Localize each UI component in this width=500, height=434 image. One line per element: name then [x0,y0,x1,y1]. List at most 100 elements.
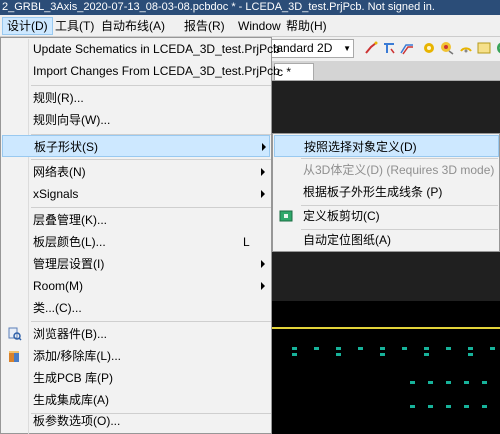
pad-marker [410,405,415,408]
menu-item-netlist[interactable]: 网络表(N) [2,161,270,183]
pad-marker [380,347,385,350]
menu-item-xsignals[interactable]: xSignals [2,183,270,205]
tab-pcb-document[interactable]: c * [274,63,314,80]
differential-pair-icon[interactable] [400,41,414,55]
menu-item-label: 生成PCB 库(P) [33,371,114,385]
submenu-arrow-icon [261,282,265,290]
pad-marker [402,347,407,350]
menu-item-browse-components[interactable]: 浏览器件(B)... [2,323,270,345]
menu-item-add-remove-library[interactable]: 添加/移除库(L)... [2,345,270,367]
pad-marker [490,347,495,350]
menu-item-update-schematics[interactable]: Update Schematics in LCEDA_3D_test.PrjPc… [2,38,280,60]
submenu-item-label: 根据板子外形生成线条 (P) [303,185,443,199]
pad-marker [314,347,319,350]
menu-item-label: 板子形状(S) [34,140,98,154]
menu-item-room[interactable]: Room(M) [2,275,270,297]
menu-separator [31,159,271,160]
menu-bar: 设计(D) 工具(T) 自动布线(A) 报告(R) Window 帮助(H) [0,15,500,37]
menu-item-label: 板参数选项(O)... [33,414,121,428]
pad-marker [446,347,451,350]
pad-marker [410,381,415,384]
menu-item-import-changes[interactable]: Import Changes From LCEDA_3D_test.PrjPcb [2,60,280,82]
menu-separator [31,85,271,86]
window-title: 2_GRBL_3Axis_2020-07-13_08-03-08.pcbdoc … [2,1,435,13]
menu-help[interactable]: 帮助(H) [282,18,331,34]
menu-item-label: 类...(C)... [33,301,82,315]
view-mode-value: tandard 2D [273,41,333,55]
menu-item-label: xSignals [33,187,79,201]
place-via-icon[interactable] [422,41,436,55]
submenu-arrow-icon [261,260,265,268]
menu-item-board-options[interactable]: 板参数选项(O)... [2,410,270,432]
pad-marker [292,353,297,356]
menu-window[interactable]: Window [234,18,285,34]
view-mode-select[interactable]: tandard 2D ▼ [270,39,354,58]
submenu-arrow-icon [261,190,265,198]
pad-marker [292,347,297,350]
place-pad-icon[interactable] [440,41,454,55]
menu-item-label: 添加/移除库(L)... [33,349,122,363]
pad-marker [464,405,469,408]
place-fill-icon[interactable] [477,41,491,55]
menu-separator [31,207,271,208]
menu-item-label: 规则(R)... [33,91,84,105]
pad-marker [336,347,341,350]
submenu-item-define-from-3d-body: 从3D体定义(D) (Requires 3D mode) [274,159,499,181]
submenu-item-define-from-selection[interactable]: 按照选择对象定义(D) [274,135,499,157]
board-outline-line [270,327,500,329]
menu-item-make-pcb-library[interactable]: 生成PCB 库(P) [2,367,270,389]
pad-marker [446,405,451,408]
board-shape-submenu: 按照选择对象定义(D) 从3D体定义(D) (Requires 3D mode)… [272,133,500,252]
menu-item-board-layer-colors[interactable]: 板层颜色(L)... L [2,231,270,253]
menu-item-layer-stack-manager[interactable]: 层叠管理(K)... [2,209,270,231]
menu-reports[interactable]: 报告(R) [180,18,229,34]
interactive-route-icon[interactable] [364,41,378,55]
menu-autoroute[interactable]: 自动布线(A) [97,18,169,34]
menu-item-classes[interactable]: 类...(C)... [2,297,270,319]
pad-marker [336,353,341,356]
menu-item-label: 层叠管理(K)... [33,213,107,227]
submenu-item-auto-position-sheet[interactable]: 自动定位图纸(A) [274,229,499,251]
pad-marker [358,347,363,350]
pad-marker [468,347,473,350]
board-cutout-icon [279,210,293,222]
submenu-item-label: 自动定位图纸(A) [303,233,391,247]
menu-item-label: Import Changes From LCEDA_3D_test.PrjPcb [33,64,280,78]
menu-item-rules[interactable]: 规则(R)... [2,87,270,109]
menu-item-label: 浏览器件(B)... [33,327,107,341]
menu-item-label: 网络表(N) [33,165,86,179]
pad-marker [424,353,429,356]
menu-item-manage-layer-sets[interactable]: 管理层设置(I) [2,253,270,275]
route-multiple-icon[interactable] [382,41,396,55]
menu-design[interactable]: 设计(D) [2,17,53,35]
menu-item-rule-wizard[interactable]: 规则向导(W)... [2,109,270,131]
design-menu: Update Schematics in LCEDA_3D_test.PrjPc… [0,37,280,434]
pad-marker [482,405,487,408]
pad-marker [468,353,473,356]
menu-separator [31,321,271,322]
menu-item-make-integrated-library[interactable]: 生成集成库(A) [2,389,270,411]
submenu-arrow-icon [261,168,265,176]
pad-marker [446,381,451,384]
pad-marker [464,381,469,384]
submenu-item-define-board-cutout[interactable]: 定义板剪切(C) [274,205,499,227]
library-icon [9,351,19,362]
shortcut-key: L [243,235,250,249]
submenu-item-label: 按照选择对象定义(D) [304,140,417,154]
back-arrow-icon[interactable] [496,41,500,55]
chevron-down-icon: ▼ [343,44,351,53]
pad-marker [428,381,433,384]
place-arc-icon[interactable] [459,41,473,55]
submenu-item-label: 从3D体定义(D) (Requires 3D mode) [303,163,495,177]
toolbar: tandard 2D ▼ [270,37,500,61]
menu-item-label: 管理层设置(I) [33,257,105,271]
browse-components-icon [8,327,22,341]
submenu-item-create-primitives-from-board-shape[interactable]: 根据板子外形生成线条 (P) [274,181,499,203]
menu-item-label: 板层颜色(L)... [33,235,106,249]
menu-item-label: 生成集成库(A) [33,393,109,407]
menu-item-label: Update Schematics in LCEDA_3D_test.PrjPc… [33,42,280,56]
submenu-arrow-icon [262,143,266,151]
menu-tools[interactable]: 工具(T) [51,18,98,34]
menu-item-board-shape[interactable]: 板子形状(S) [2,135,270,157]
document-tab-strip: c * [270,61,500,81]
